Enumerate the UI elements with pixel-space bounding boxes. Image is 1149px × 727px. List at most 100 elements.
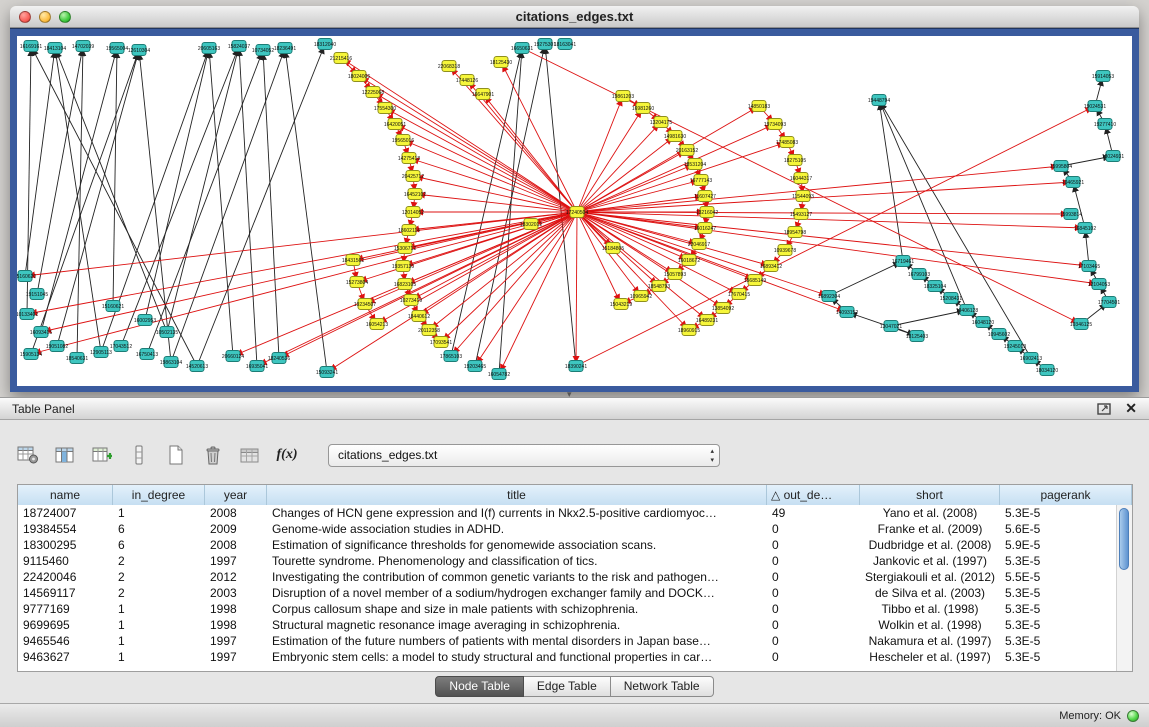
node-label: 10346125 (1070, 322, 1092, 328)
node-label: 15184805 (602, 246, 624, 252)
table-settings-icon[interactable] (14, 442, 42, 468)
node-label: 18125403 (906, 334, 928, 340)
node-label: 17865103 (440, 354, 462, 360)
cell-pagerank: 5.5E-5 (1000, 570, 1117, 584)
node-label: 19245013 (1004, 344, 1026, 350)
show-columns-icon[interactable] (51, 442, 79, 468)
cell-out_degree: 0 (767, 538, 860, 552)
cell-title: Estimation of the future numbers of pati… (267, 634, 767, 648)
node-label: 19151045 (26, 292, 48, 298)
table-panel-body: f(x) citations_edges.txt ▴▾ namein_degre… (0, 420, 1149, 703)
table-selector-combobox[interactable]: citations_edges.txt ▴▾ (328, 444, 720, 467)
node-label: 15824037 (228, 44, 250, 50)
column-header-year[interactable]: year (205, 485, 267, 505)
node-label: 15057893 (664, 272, 686, 278)
close-panel-icon[interactable]: ✕ (1125, 400, 1137, 417)
table-row[interactable]: 1456911722003Disruption of a novel membe… (18, 585, 1117, 601)
node-label: 15273804 (346, 280, 368, 286)
node-label: 17554300 (374, 106, 396, 112)
column-header-out_degree[interactable]: △ out_de… (767, 485, 860, 505)
node-label: 18024931 (1102, 154, 1124, 160)
cell-year: 1998 (205, 602, 267, 616)
cell-title: Investigating the contribution of common… (267, 570, 767, 584)
node-label: 10502135 (156, 330, 178, 336)
table-row[interactable]: 946362711997Embryonic stem cells: a mode… (18, 649, 1117, 665)
table-vertical-scrollbar[interactable] (1116, 505, 1132, 671)
table-row[interactable]: 2242004622012Investigating the contribut… (18, 569, 1117, 585)
node-label: 22068318 (438, 64, 460, 70)
tab-node-table[interactable]: Node Table (435, 676, 524, 697)
table-row[interactable]: 1938455462009Genome-wide association stu… (18, 521, 1117, 537)
cell-in_degree: 1 (113, 602, 205, 616)
import-table-icon[interactable] (236, 442, 264, 468)
node-label: 18548793 (648, 284, 670, 290)
cell-year: 2009 (205, 522, 267, 536)
cell-out_degree: 0 (767, 554, 860, 568)
node-label: 19234507 (354, 302, 376, 308)
network-canvas-frame: 1724050421215416180240061222506817554300… (10, 28, 1139, 392)
node-label: 19861203 (612, 94, 634, 100)
node-label: 15905134 (20, 352, 42, 358)
table-row[interactable]: 1872400712008Changes of HCN gene express… (18, 505, 1117, 521)
cell-year: 1997 (205, 634, 267, 648)
node-label: 19277410 (1094, 122, 1116, 128)
cell-in_degree: 1 (113, 618, 205, 632)
column-header-name[interactable]: name (18, 485, 113, 505)
node-label: 16777143 (690, 178, 712, 184)
cell-short: Yano et al. (2008) (860, 506, 1000, 520)
node-label: 10945602 (988, 332, 1010, 338)
node-label: 14850183 (748, 104, 770, 110)
cell-short: Wolkin et al. (1998) (860, 618, 1000, 632)
cell-short: Stergiakouli et al. (2012) (860, 570, 1000, 584)
float-panel-icon[interactable] (1097, 403, 1111, 415)
cell-name: 9463627 (18, 650, 113, 664)
tab-edge-table[interactable]: Edge Table (524, 676, 611, 697)
network-graph[interactable]: 1724050421215416180240061222506817554300… (17, 36, 1132, 386)
node-label: 18236491 (274, 46, 296, 52)
table-row[interactable]: 1830029562008Estimation of significance … (18, 537, 1117, 553)
node-label: 16054782 (488, 372, 510, 378)
table-row[interactable]: 969969511998Structural magnetic resonanc… (18, 617, 1117, 633)
cell-in_degree: 6 (113, 538, 205, 552)
node-label: 18390241 (565, 364, 587, 370)
delete-icon[interactable] (199, 442, 227, 468)
cell-name: 9465546 (18, 634, 113, 648)
cell-out_degree: 49 (767, 506, 860, 520)
cell-name: 14569117 (18, 586, 113, 600)
cell-in_degree: 1 (113, 650, 205, 664)
node-label: 18540631 (66, 356, 88, 362)
column-header-in_degree[interactable]: in_degree (113, 485, 205, 505)
cell-short: Nakamura et al. (1997) (860, 634, 1000, 648)
tab-network-table[interactable]: Network Table (611, 676, 714, 697)
cell-title: Disruption of a novel member of a sodium… (267, 586, 767, 600)
minimize-window-button[interactable] (39, 11, 51, 23)
column-header-short[interactable]: short (860, 485, 1000, 505)
function-builder-icon[interactable]: f(x) (273, 442, 301, 468)
node-label: 18312040 (314, 42, 336, 48)
zoom-window-button[interactable] (59, 11, 71, 23)
node-label: 16845102 (1074, 226, 1096, 232)
node-label: 16044317 (790, 176, 812, 182)
row-selector-icon[interactable] (125, 442, 153, 468)
window-titlebar[interactable]: citations_edges.txt (10, 6, 1139, 28)
table-header-row: namein_degreeyeartitle△ out_de…shortpage… (18, 485, 1132, 506)
new-document-icon[interactable] (162, 442, 190, 468)
table-row[interactable]: 911546021997Tourette syndrome. Phenomeno… (18, 553, 1117, 569)
table-row[interactable]: 946554611997Estimation of the future num… (18, 633, 1117, 649)
node-label: 18413104 (44, 46, 66, 52)
node-label: 16169161 (20, 44, 42, 50)
column-header-pagerank[interactable]: pagerank (1000, 485, 1132, 505)
node-label: 17485083 (776, 140, 798, 146)
node-label: 14520613 (186, 364, 208, 370)
cell-name: 18724007 (18, 506, 113, 520)
node-label: 12610304 (128, 48, 150, 54)
table-row[interactable]: 977716911998Corpus callosum shape and si… (18, 601, 1117, 617)
scrollbar-thumb[interactable] (1119, 508, 1129, 570)
node-label: 16054213 (366, 322, 388, 328)
column-header-title[interactable]: title (267, 485, 767, 505)
close-window-button[interactable] (19, 11, 31, 23)
cell-pagerank: 5.3E-5 (1000, 618, 1117, 632)
cell-in_degree: 1 (113, 506, 205, 520)
new-column-icon[interactable] (88, 442, 116, 468)
node-label: 25160620 (17, 274, 36, 280)
